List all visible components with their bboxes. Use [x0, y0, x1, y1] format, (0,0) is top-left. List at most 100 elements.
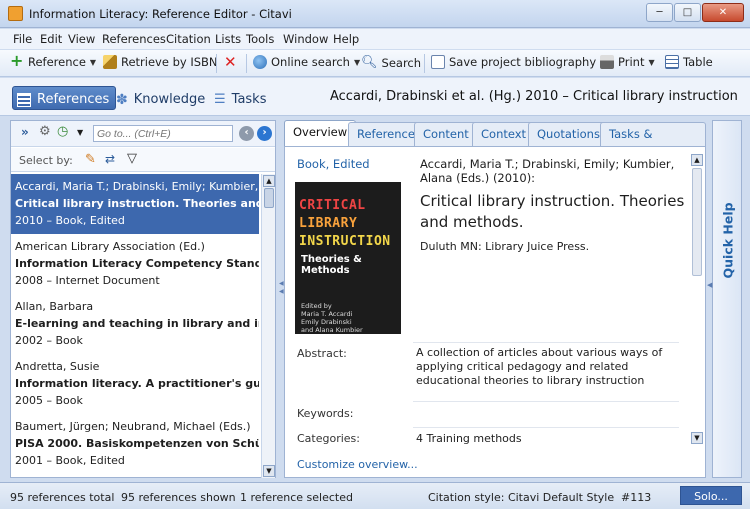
tab-reference[interactable]: Reference [348, 122, 424, 146]
ref-authors: Allan, Barbara [15, 300, 94, 313]
delete-button[interactable]: ✕ [224, 53, 237, 71]
divider [413, 342, 679, 343]
select-list-icon[interactable]: ⇄ [105, 152, 115, 166]
quick-help-panel[interactable]: ◀ Quick Help [707, 120, 742, 478]
quick-help-label: Quick Help [720, 202, 736, 279]
cover-title-line: INSTRUCTION [299, 234, 391, 249]
citation-title: Critical library instruction. Theories a… [420, 192, 685, 231]
citation-publisher: Duluth MN: Library Juice Press. [420, 240, 590, 253]
ref-meta: 2008 – Internet Document [15, 274, 160, 287]
abstract-text[interactable]: A collection of articles about various w… [416, 346, 686, 388]
nav-tasks-tab[interactable]: ☰ Tasks [210, 86, 273, 110]
scroll-up-arrow-icon[interactable]: ▲ [691, 154, 703, 166]
categories-value[interactable]: 4 Training methods [416, 432, 686, 446]
nav-knowledge-label: Knowledge [133, 92, 206, 107]
menu-window[interactable]: Window [283, 32, 328, 46]
customize-overview-link[interactable]: Customize overview... [297, 458, 418, 471]
status-citation-style[interactable]: Citation style: Citavi Default Style [428, 491, 614, 504]
reference-list-pane: » ⚙ ◷ ▼ ‹ › Select by: ✎ ⇄ ▽ Accardi, Ma… [10, 120, 276, 478]
scroll-down-arrow-icon[interactable]: ▼ [691, 432, 703, 444]
maximize-button[interactable]: □ [674, 3, 701, 22]
collapse-chevrons-icon[interactable]: » [21, 125, 29, 139]
menu-bar: File Edit View References Citation Lists… [0, 29, 750, 49]
nav-references-label: References [37, 92, 110, 107]
scroll-thumb[interactable] [264, 188, 274, 208]
scroll-up-arrow-icon[interactable]: ▲ [263, 175, 275, 187]
menu-view[interactable]: View [68, 32, 95, 46]
reference-type-link[interactable]: Book, Edited [297, 157, 370, 171]
ref-title: E-learning and teaching in library and i… [15, 317, 259, 330]
history-clock-icon[interactable]: ◷ [57, 124, 68, 139]
menu-citation[interactable]: Citation [166, 32, 211, 46]
title-bar: Information Literacy: Reference Editor -… [0, 0, 750, 28]
print-label: Print [618, 55, 645, 69]
close-button[interactable]: ✕ [702, 3, 744, 22]
retrieve-isbn-label: Retrieve by ISBN [121, 55, 218, 69]
add-reference-label: Reference [28, 55, 86, 69]
list-item[interactable]: Accardi, Maria T.; Drabinski, Emily; Kum… [11, 174, 259, 234]
abstract-label: Abstract: [297, 347, 347, 360]
tab-quotations[interactable]: Quotations [528, 122, 609, 146]
online-search-button[interactable]: Online search ▼ [253, 55, 360, 69]
back-arrow-icon[interactable]: ‹ [239, 126, 254, 141]
status-selected: 1 reference selected [240, 491, 353, 504]
overview-scrollbar[interactable]: ▲ ▼ [690, 154, 704, 444]
menu-help[interactable]: Help [333, 32, 359, 46]
menu-tools[interactable]: Tools [246, 32, 274, 46]
nav-references-tab[interactable]: References [12, 86, 117, 110]
retrieve-isbn-button[interactable]: Retrieve by ISBN [103, 55, 218, 69]
save-bibliography-label: Save project bibliography [449, 55, 597, 69]
solo-button[interactable]: Solo... [680, 486, 742, 505]
filter-icon[interactable]: ▽ [127, 151, 137, 166]
list-item[interactable]: Baumert, Jürgen; Neubrand, Michael (Eds.… [11, 414, 259, 474]
tab-tasks-locations[interactable]: Tasks & locations [600, 122, 706, 163]
globe-search-icon [253, 55, 267, 69]
keywords-label: Keywords: [297, 407, 354, 420]
toolbar-divider [216, 54, 217, 73]
table-button[interactable]: Table [665, 55, 713, 69]
list-item[interactable]: American Library Association (Ed.) Infor… [11, 234, 259, 294]
menu-file[interactable]: File [13, 32, 32, 46]
knowledge-icon: ✽ [116, 91, 128, 108]
printer-icon [600, 55, 614, 69]
menu-lists[interactable]: Lists [215, 32, 241, 46]
ref-authors: Andretta, Susie [15, 360, 100, 373]
editor-tabs: Overview Reference Content Context Quota… [284, 120, 706, 163]
select-edit-icon[interactable]: ✎ [85, 152, 96, 167]
nav-knowledge-tab[interactable]: ✽ Knowledge [112, 86, 211, 110]
chevron-down-icon[interactable]: ▼ [77, 128, 83, 137]
splitter-grip-icon: ◀ [279, 288, 284, 295]
goto-input[interactable] [93, 125, 233, 142]
minimize-button[interactable]: ─ [646, 3, 673, 22]
list-scrollbar[interactable]: ▲ ▼ [261, 174, 275, 478]
expand-grip-icon: ◀ [707, 281, 713, 289]
window-title: Information Literacy: Reference Editor -… [29, 7, 292, 21]
chevron-down-icon: ▼ [648, 57, 655, 67]
cover-title-line: CRITICAL [299, 198, 366, 213]
tab-context[interactable]: Context [472, 122, 536, 146]
tab-content[interactable]: Content [414, 122, 478, 146]
categories-label: Categories: [297, 432, 360, 445]
scroll-thumb[interactable] [692, 168, 702, 276]
list-item[interactable]: Andretta, Susie Information literacy. A … [11, 354, 259, 414]
add-reference-button[interactable]: + Reference ▼ [10, 53, 96, 70]
divider [413, 427, 679, 428]
menu-references[interactable]: References [102, 32, 166, 46]
ref-meta: 2001 – Book, Edited [15, 454, 125, 467]
settings-gear-icon[interactable]: ⚙ [39, 124, 51, 139]
delete-x-icon: ✕ [224, 53, 237, 71]
splitter-grip-icon: ◀ [279, 280, 284, 287]
status-shown: 95 references shown [121, 491, 236, 504]
cover-subtitle: Theories & Methods [301, 254, 362, 276]
overview-panel: Book, Edited CRITICAL LIBRARY INSTRUCTIO… [284, 146, 706, 478]
tab-overview[interactable]: Overview [284, 120, 357, 147]
ref-authors: American Library Association (Ed.) [15, 240, 205, 253]
search-button[interactable]: 🔍︎ Search [361, 55, 421, 70]
print-button[interactable]: Print ▼ [600, 55, 655, 69]
menu-edit[interactable]: Edit [40, 32, 62, 46]
scroll-down-arrow-icon[interactable]: ▼ [263, 465, 275, 477]
save-bibliography-button[interactable]: Save project bibliography [431, 55, 596, 69]
list-item[interactable]: Allan, Barbara E-learning and teaching i… [11, 294, 259, 354]
ref-title: Information literacy. A practitioner's g… [15, 377, 259, 390]
forward-arrow-icon[interactable]: › [257, 126, 272, 141]
